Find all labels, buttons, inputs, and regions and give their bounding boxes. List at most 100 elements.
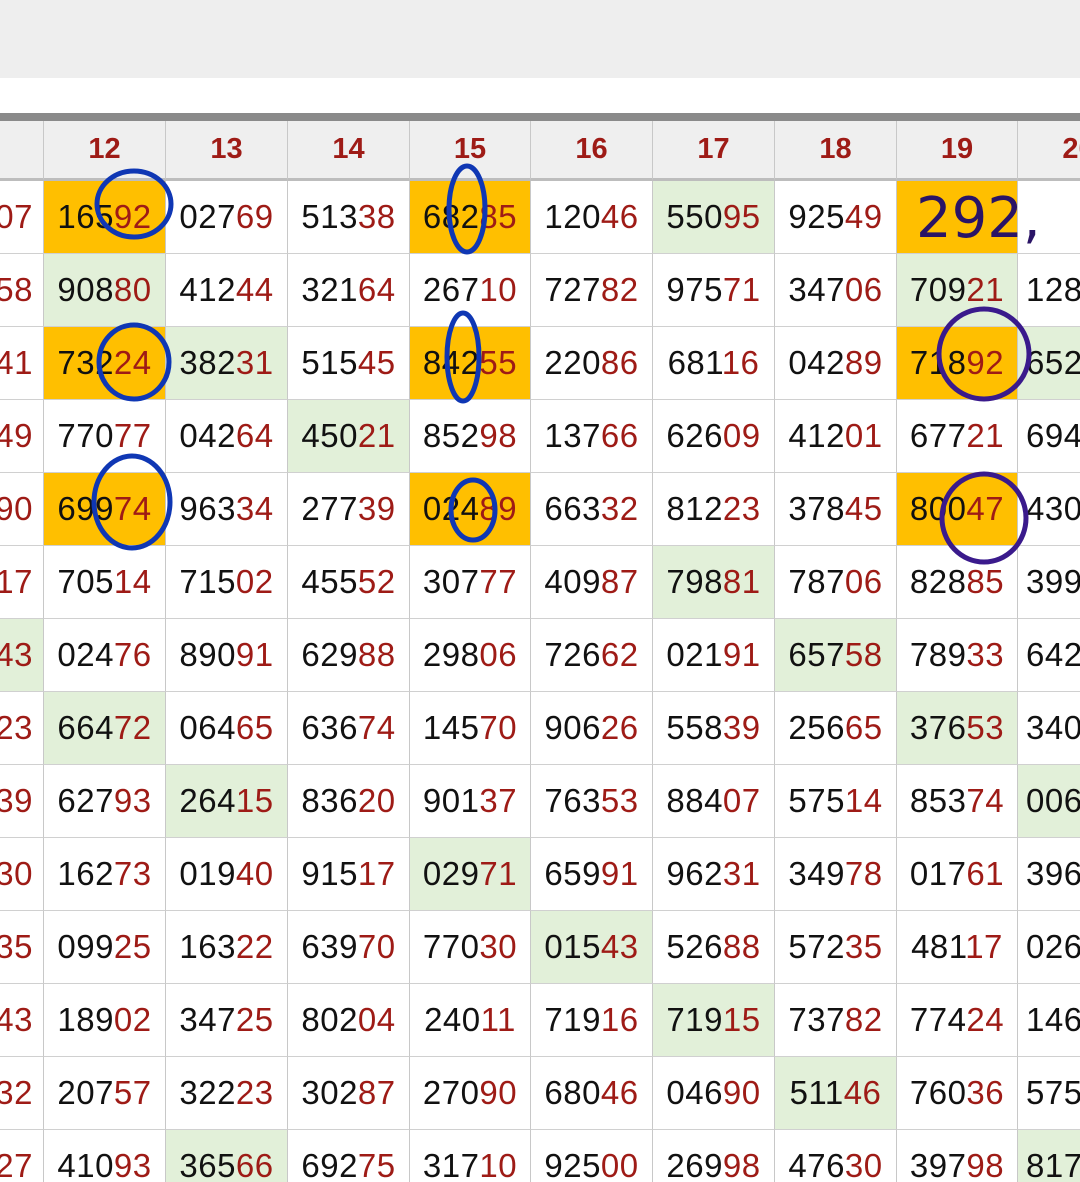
- number-cell: 88407: [653, 765, 775, 838]
- number-tail-digits: 88: [357, 636, 396, 673]
- number-head-digits: 626: [666, 417, 723, 454]
- number-head-digits: 963: [179, 490, 236, 527]
- number-head-digits: 099: [57, 928, 114, 965]
- number-tail-digits: 61: [966, 855, 1005, 892]
- number-tail-digits: 23: [235, 1074, 274, 1111]
- number-tail-digits: 74: [966, 782, 1005, 819]
- number-head-digits: 042: [788, 344, 845, 381]
- number-cell: 16273: [44, 838, 166, 911]
- number-head-digits: 853: [909, 782, 967, 819]
- number-cell: 12046: [531, 181, 653, 254]
- number-tail-digits: 31: [235, 344, 274, 381]
- number-tail-digits: 66: [600, 417, 639, 454]
- number-cell: 69974: [44, 473, 166, 546]
- number-tail-digits: 06: [479, 636, 518, 673]
- number-tail-digits: 47: [966, 490, 1005, 527]
- number-head-digits: 189: [57, 1001, 114, 1038]
- number-cell: 78933: [897, 619, 1018, 692]
- number-head-digits: 321: [301, 271, 358, 308]
- number-cell: 13766: [531, 400, 653, 473]
- number-cell: 90880: [44, 254, 166, 327]
- number-cell: 23: [0, 692, 44, 765]
- number-head-digits: 207: [57, 1074, 114, 1111]
- number-head-digits: 307: [422, 563, 480, 600]
- number-tail-digits: 65: [844, 709, 883, 746]
- number-cell: 694: [1018, 400, 1080, 473]
- column-header: 13: [166, 121, 288, 181]
- number-tail-digits: 39: [357, 490, 396, 527]
- number-tail-digits: 89: [844, 344, 883, 381]
- number-tail-digits: 72: [113, 709, 152, 746]
- number-cell: 38231: [166, 327, 288, 400]
- number-cell: 43: [0, 984, 44, 1057]
- number-cell: 76036: [897, 1057, 1018, 1130]
- number-tail-digits: 17: [357, 855, 396, 892]
- number-head-digits: 513: [301, 198, 358, 235]
- number-tail-digits: 98: [722, 1147, 761, 1182]
- number-tail-digits: 21: [357, 417, 396, 454]
- number-tail-digits: 65: [235, 709, 274, 746]
- number-head-digits: 302: [301, 1074, 358, 1111]
- number-tail-digits: 82: [844, 1001, 883, 1038]
- number-cell: 652: [1018, 327, 1080, 400]
- number-head-digits: 382: [179, 344, 236, 381]
- number-cell: 04264: [166, 400, 288, 473]
- number-head-digits: 629: [301, 636, 358, 673]
- number-cell: 37653: [897, 692, 1018, 765]
- number-cell: 55839: [653, 692, 775, 765]
- number-cell: 96231: [653, 838, 775, 911]
- number-tail-digits: 53: [600, 782, 639, 819]
- number-cell: 65991: [531, 838, 653, 911]
- number-cell: 16592: [44, 181, 166, 254]
- number-tail-digits: 32: [600, 490, 639, 527]
- number-cell: 27739: [288, 473, 410, 546]
- number-cell: 128: [1018, 254, 1080, 327]
- number-tail-digits: 44: [235, 271, 274, 308]
- column-header: 17: [653, 121, 775, 181]
- column-header: 18: [775, 121, 897, 181]
- number-head-digits: 975: [666, 271, 723, 308]
- number-head-digits: 901: [422, 782, 480, 819]
- number-head-digits: 763: [544, 782, 601, 819]
- number-tail-digits: 26: [600, 709, 639, 746]
- number-cell: 43: [0, 619, 44, 692]
- number-tail-digits: 64: [357, 271, 396, 308]
- number-cell: 04690: [653, 1057, 775, 1130]
- number-head-digits: 277: [301, 490, 358, 527]
- number-cell: 817: [1018, 1130, 1080, 1182]
- number-tail-digits: 98: [479, 417, 518, 454]
- number-cell: 52688: [653, 911, 775, 984]
- number-cell: 68116: [653, 327, 775, 400]
- number-head-digits: 836: [301, 782, 358, 819]
- number-head-digits: 719: [544, 1001, 601, 1038]
- number-cell: 30: [0, 838, 44, 911]
- number-cell: 65758: [775, 619, 897, 692]
- number-cell: 71916: [531, 984, 653, 1057]
- number-head-digits: 240: [424, 1001, 481, 1038]
- number-tail-digits: 57: [113, 1074, 152, 1111]
- number-head-digits: 410: [57, 1147, 114, 1182]
- number-tail-digits: 35: [844, 928, 883, 965]
- number-cell: 62988: [288, 619, 410, 692]
- number-cell: 47630: [775, 1130, 897, 1182]
- number-head-digits: 220: [544, 344, 601, 381]
- number-head-digits: 526: [666, 928, 723, 965]
- number-head-digits: 378: [788, 490, 845, 527]
- column-header: 19: [897, 121, 1018, 181]
- number-head-digits: 347: [179, 1001, 236, 1038]
- number-cell: 20757: [44, 1057, 166, 1130]
- number-tail-digits: 82: [600, 271, 639, 308]
- number-head-digits: 709: [909, 271, 967, 308]
- number-head-digits: 636: [301, 709, 358, 746]
- number-head-digits: 812: [666, 490, 723, 527]
- number-cell: 79881: [653, 546, 775, 619]
- number-cell: 01761: [897, 838, 1018, 911]
- number-cell: 02769: [166, 181, 288, 254]
- number-cell: 34978: [775, 838, 897, 911]
- number-tail-digits: 21: [966, 417, 1005, 454]
- column-header: 16: [531, 121, 653, 181]
- number-head-digits: 027: [179, 198, 236, 235]
- number-cell: 29806: [410, 619, 531, 692]
- number-tail-digits: 91: [600, 855, 639, 892]
- number-cell: 68046: [531, 1057, 653, 1130]
